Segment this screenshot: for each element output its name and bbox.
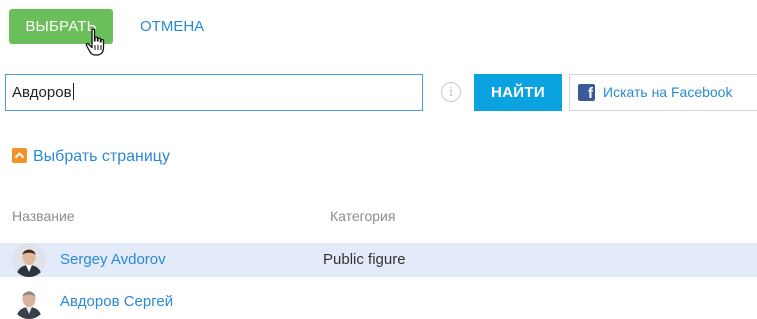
column-header-category[interactable]: Категория <box>330 207 395 225</box>
row-name-link[interactable]: Sergey Avdorov <box>60 243 166 277</box>
table-row[interactable]: Авдоров Сергей <box>0 285 757 319</box>
choose-page-label: Выбрать страницу <box>33 148 170 165</box>
table-row[interactable]: Sergey Avdorov Public figure <box>0 243 757 277</box>
cancel-button[interactable]: ОТМЕНА <box>140 9 204 44</box>
search-input[interactable]: Авдоров <box>5 74 423 111</box>
row-category: Public figure <box>323 251 406 268</box>
chevron-up-icon <box>12 148 27 163</box>
row-name-link[interactable]: Авдоров Сергей <box>60 285 173 319</box>
avatar <box>12 285 46 319</box>
find-button[interactable]: НАЙТИ <box>474 74 562 111</box>
text-caret <box>72 83 74 100</box>
hand-pointer-icon <box>85 28 105 56</box>
search-facebook-button[interactable]: f Искать на Facebook <box>569 74 757 111</box>
info-icon[interactable]: i <box>441 82 461 102</box>
avatar <box>12 243 46 277</box>
choose-page-link[interactable]: Выбрать страницу <box>12 146 170 168</box>
search-facebook-label: Искать на Facebook <box>603 84 733 100</box>
facebook-icon: f <box>578 84 595 101</box>
column-header-name[interactable]: Название <box>12 207 75 225</box>
search-input-value: Авдоров <box>12 84 72 101</box>
